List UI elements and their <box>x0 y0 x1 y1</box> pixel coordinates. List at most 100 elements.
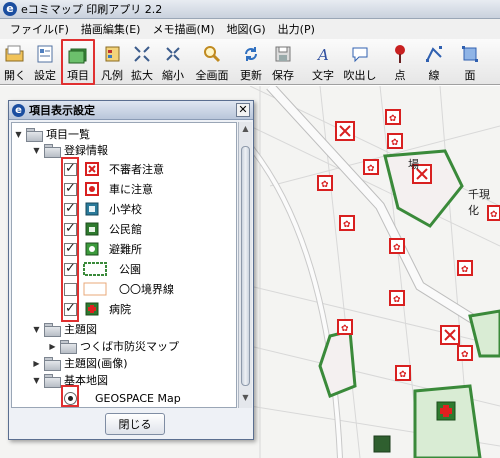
folder-icon <box>44 357 61 371</box>
open-folder-icon <box>5 43 25 65</box>
layer-checkbox[interactable] <box>64 282 77 296</box>
collapsed-toggle-icon[interactable]: ▶ <box>48 342 57 351</box>
layer-checkbox[interactable] <box>64 301 77 316</box>
zoom-out-button[interactable]: 縮小 <box>158 39 188 85</box>
svg-text:A: A <box>316 46 329 63</box>
svg-text:✿: ✿ <box>393 243 401 253</box>
line-icon <box>425 43 443 65</box>
layer-item-hospital[interactable]: 病院 <box>64 299 131 319</box>
menu-bar: ファイル(F) 描画編集(E) メモ描画(M) 地図(G) 出力(P) <box>0 19 500 39</box>
svg-text:✿: ✿ <box>341 324 349 334</box>
layer-checkbox[interactable] <box>64 181 77 196</box>
collapsed-toggle-icon[interactable]: ▶ <box>32 359 41 368</box>
expand-toggle-icon[interactable]: ▼ <box>32 376 41 385</box>
layer-item-school[interactable]: 小学校 <box>64 199 142 219</box>
svg-text:✿: ✿ <box>321 180 329 190</box>
svg-text:✿: ✿ <box>391 138 399 148</box>
close-dialog-button[interactable]: 閉じる <box>105 413 165 435</box>
refresh-button[interactable]: 更新 <box>236 39 266 85</box>
folder-icon <box>26 128 43 142</box>
folder-icon <box>44 323 61 337</box>
layer-item-hall[interactable]: 公民館 <box>64 219 142 239</box>
dialog-title: 項目表示設定 <box>29 104 95 117</box>
tree-scrollbar[interactable]: ▲ ▼ <box>238 122 252 408</box>
svg-text:✿: ✿ <box>389 114 397 124</box>
hall-box-icon <box>83 222 101 236</box>
hospital-marker[interactable] <box>436 401 456 421</box>
menu-file[interactable]: ファイル(F) <box>4 21 75 37</box>
save-icon <box>274 43 292 65</box>
layer-checkbox[interactable] <box>64 201 77 216</box>
dialog-close-icon[interactable]: ✕ <box>236 103 250 117</box>
app-logo-icon: e <box>3 2 17 16</box>
full-extent-icon <box>203 43 221 65</box>
polygon-icon <box>461 43 479 65</box>
boundary-line-icon <box>83 282 107 296</box>
menu-memo-drawing[interactable]: メモ描画(M) <box>146 21 220 37</box>
zoom-in-button[interactable]: 拡大 <box>127 39 157 85</box>
layer-checkbox[interactable] <box>64 221 77 236</box>
open-button[interactable]: 開く <box>1 39 29 85</box>
menu-output[interactable]: 出力(P) <box>272 21 321 37</box>
map-place-label: 千現化 <box>468 188 490 217</box>
pin-icon <box>391 43 409 65</box>
expand-toggle-icon[interactable]: ▼ <box>14 130 23 139</box>
menu-map[interactable]: 地図(G) <box>221 21 272 37</box>
park-area-icon <box>83 262 107 276</box>
layers-icon <box>68 45 88 65</box>
shelter-box-icon <box>83 242 101 256</box>
layers-button[interactable]: 項目 <box>61 39 95 85</box>
dialog-logo-icon: e <box>12 103 25 117</box>
svg-text:✿: ✿ <box>461 350 469 360</box>
cross-box-icon <box>83 162 101 176</box>
school-box-icon <box>83 202 101 216</box>
toolbar: 開く 設定 項目 凡例 拡大 縮小 全画面 更新 保存 A 文字 吹出し 点 線… <box>0 39 500 85</box>
expand-toggle-icon[interactable]: ▼ <box>32 146 41 155</box>
app-title: eコミマップ 印刷アプリ 2.2 <box>21 3 163 16</box>
layer-item-park[interactable]: 公園 <box>64 259 141 279</box>
tree-group-registered[interactable]: ▼ 登録情報 <box>32 140 108 160</box>
layer-item-shelter[interactable]: 避難所 <box>64 239 142 259</box>
dialog-titlebar[interactable]: e 項目表示設定 ✕ <box>9 101 253 120</box>
full-extent-button[interactable]: 全画面 <box>192 39 232 85</box>
layer-item-suspicious[interactable]: 不審者注意 <box>64 159 164 179</box>
scrollbar-thumb[interactable] <box>241 146 250 386</box>
layer-item-boundary[interactable]: 〇〇境界線 <box>64 279 174 299</box>
scroll-up-icon[interactable]: ▲ <box>240 124 251 136</box>
layer-checkbox[interactable] <box>64 261 77 276</box>
layer-checkbox[interactable] <box>64 241 77 256</box>
base-map-radio[interactable] <box>64 391 77 405</box>
folder-icon <box>44 374 61 388</box>
zoom-in-icon <box>133 43 151 65</box>
layer-item-car[interactable]: 車に注意 <box>64 179 153 199</box>
layer-checkbox[interactable] <box>64 161 77 176</box>
refresh-icon <box>242 43 260 65</box>
svg-text:✿: ✿ <box>343 220 351 230</box>
point-button[interactable]: 点 <box>386 39 414 85</box>
app-titlebar: e eコミマップ 印刷アプリ 2.2 <box>0 0 500 19</box>
scroll-down-icon[interactable]: ▼ <box>240 393 251 405</box>
settings-button[interactable]: 設定 <box>30 39 60 85</box>
folder-icon <box>60 340 77 354</box>
expand-toggle-icon[interactable]: ▼ <box>32 325 41 334</box>
hospital-box-icon <box>83 302 101 316</box>
layer-tree: ▼ 項目一覧 ▼ 登録情報 不審者注意 車に注意 小学校 公民館 <box>11 122 237 408</box>
menu-edit-drawing[interactable]: 描画編集(E) <box>75 21 147 37</box>
text-button[interactable]: A 文字 <box>308 39 338 85</box>
zoom-out-icon <box>164 43 182 65</box>
settings-icon <box>36 43 54 65</box>
svg-text:✿: ✿ <box>367 164 375 174</box>
tree-group-base[interactable]: ▼ 基本地図 <box>32 370 108 390</box>
balloon-icon <box>351 43 369 65</box>
line-button[interactable]: 線 <box>420 39 448 85</box>
base-map-geospace[interactable]: GEOSPACE Map <box>64 388 181 407</box>
item-display-settings-dialog: e 項目表示設定 ✕ ▼ 項目一覧 ▼ 登録情報 不審者注意 車に注意 <box>8 100 254 440</box>
save-button[interactable]: 保存 <box>268 39 298 85</box>
svg-text:✿: ✿ <box>461 265 469 275</box>
svg-text:✿: ✿ <box>393 295 401 305</box>
svg-text:✿: ✿ <box>399 370 407 380</box>
balloon-button[interactable]: 吹出し <box>340 39 380 85</box>
legend-button[interactable]: 凡例 <box>97 39 127 85</box>
map-station-label: 場 <box>408 158 419 171</box>
polygon-button[interactable]: 面 <box>456 39 484 85</box>
